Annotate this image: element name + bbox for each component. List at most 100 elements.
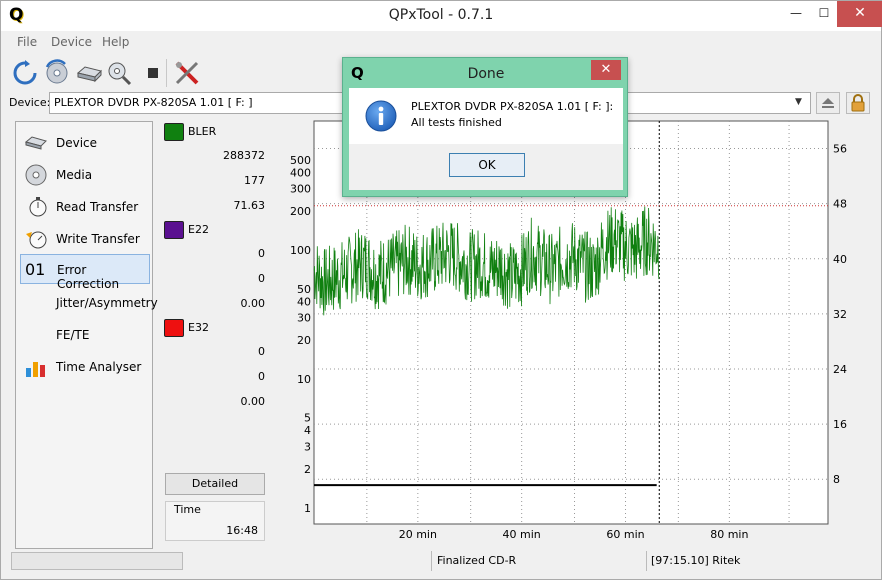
time-value: 16:48 bbox=[226, 524, 258, 537]
e32-avg: 0.00 bbox=[240, 395, 266, 408]
device-label: Device: bbox=[9, 96, 51, 109]
y-left-tick-label: 30 bbox=[297, 311, 311, 324]
bler-avg: 71.63 bbox=[233, 199, 266, 212]
bler-color-swatch[interactable] bbox=[164, 123, 184, 141]
bler-label: BLER bbox=[188, 125, 217, 138]
y-left-tick-label: 300 bbox=[290, 182, 311, 195]
nav-item-jitter-asymmetry[interactable]: Jitter/Asymmetry bbox=[20, 288, 158, 318]
nav-label: Device bbox=[56, 136, 98, 150]
y-left-tick-label: 2 bbox=[304, 463, 311, 476]
stopwatch-write-icon bbox=[24, 228, 48, 250]
media-status: [97:15.10] Ritek bbox=[651, 554, 741, 567]
e22-max: 0 bbox=[258, 272, 265, 285]
y-left-tick-label: 3 bbox=[304, 440, 311, 453]
status-bar: Finalized CD-R [97:15.10] Ritek bbox=[1, 549, 881, 580]
device-drive-icon bbox=[24, 132, 48, 154]
y-left-tick-label: 400 bbox=[290, 166, 311, 179]
nav-item-media[interactable]: Media bbox=[20, 160, 150, 190]
y-right-tick-label: 8 bbox=[833, 473, 840, 486]
y-left-tick-label: 4 bbox=[304, 424, 311, 437]
nav-label: Jitter/Asymmetry bbox=[56, 296, 158, 310]
close-button[interactable]: ✕ bbox=[837, 1, 882, 27]
x-tick-label: 80 min bbox=[710, 528, 748, 541]
disc-refresh-icon[interactable] bbox=[43, 59, 71, 87]
menu-help[interactable]: Help bbox=[102, 35, 129, 49]
x-tick-label: 40 min bbox=[503, 528, 541, 541]
nav-item-error-correction[interactable]: 01 Error Correction bbox=[20, 254, 150, 291]
info-icon bbox=[365, 100, 397, 132]
dialog-message: All tests finished bbox=[411, 116, 502, 129]
disc-status: Finalized CD-R bbox=[437, 554, 517, 567]
nav-label: Time Analyser bbox=[56, 360, 142, 374]
chevron-down-icon[interactable]: ▼ bbox=[795, 97, 802, 107]
menu-file[interactable]: File bbox=[17, 35, 37, 49]
stopwatch-read-icon bbox=[24, 196, 48, 218]
y-left-tick-label: 1 bbox=[304, 502, 311, 515]
status-separator bbox=[646, 551, 647, 571]
drive-icon[interactable] bbox=[75, 59, 103, 87]
menu-bar: File Device Help bbox=[1, 31, 881, 53]
e32-total: 0 bbox=[258, 345, 265, 358]
nav-item-write-transfer[interactable]: Write Transfer bbox=[20, 224, 150, 254]
dialog-close-button[interactable]: ✕ bbox=[591, 60, 621, 80]
e22-avg: 0.00 bbox=[240, 297, 266, 310]
bler-max: 177 bbox=[244, 174, 265, 187]
y-left-tick-label: 500 bbox=[290, 154, 311, 167]
error-correction-01-icon: 01 bbox=[25, 260, 46, 279]
y-left-tick-label: 20 bbox=[297, 334, 311, 347]
ok-button[interactable]: OK bbox=[449, 153, 525, 177]
x-tick-label: 60 min bbox=[606, 528, 644, 541]
y-right-tick-label: 32 bbox=[833, 308, 847, 321]
nav-item-device[interactable]: Device bbox=[20, 128, 150, 158]
y-left-tick-label: 10 bbox=[297, 373, 311, 386]
y-right-tick-label: 24 bbox=[833, 363, 847, 376]
time-label: Time bbox=[174, 503, 201, 516]
x-tick-label: 20 min bbox=[399, 528, 437, 541]
nav-label: Error Correction bbox=[57, 263, 120, 291]
refresh-icon[interactable] bbox=[11, 59, 39, 87]
y-right-tick-label: 40 bbox=[833, 253, 847, 266]
bar-chart-icon bbox=[24, 356, 48, 378]
e32-max: 0 bbox=[258, 370, 265, 383]
nav-label: FE/TE bbox=[56, 328, 90, 342]
nav-label: Write Transfer bbox=[56, 232, 140, 246]
e22-label: E22 bbox=[188, 223, 209, 236]
y-left-tick-label: 50 bbox=[297, 283, 311, 296]
time-box: Time 16:48 bbox=[165, 501, 265, 541]
eject-icon[interactable] bbox=[816, 92, 840, 114]
y-right-tick-label: 48 bbox=[833, 198, 847, 211]
disc-search-icon[interactable] bbox=[105, 59, 133, 87]
done-dialog: Q Done ✕ PLEXTOR DVDR PX-820SA 1.01 [ F:… bbox=[342, 57, 628, 197]
e32-label: E32 bbox=[188, 321, 209, 334]
y-left-tick-label: 200 bbox=[290, 205, 311, 218]
nav-item-fe-te[interactable]: FE/TE bbox=[20, 320, 150, 350]
detailed-button[interactable]: Detailed bbox=[165, 473, 265, 495]
stop-icon[interactable] bbox=[139, 59, 167, 87]
maximize-button[interactable]: ☐ bbox=[809, 1, 839, 27]
disc-media-icon bbox=[24, 164, 48, 186]
e32-color-swatch[interactable] bbox=[164, 319, 184, 337]
y-left-tick-label: 5 bbox=[304, 412, 311, 425]
bler-total: 288372 bbox=[223, 149, 265, 162]
y-right-tick-label: 56 bbox=[833, 143, 847, 156]
dialog-body: PLEXTOR DVDR PX-820SA 1.01 [ F: ]: All t… bbox=[349, 88, 623, 190]
menu-device[interactable]: Device bbox=[51, 35, 92, 49]
tools-icon[interactable] bbox=[173, 59, 201, 87]
nav-label: Read Transfer bbox=[56, 200, 139, 214]
e22-color-swatch[interactable] bbox=[164, 221, 184, 239]
title-bar: Q QPxTool - 0.7.1 — ☐ ✕ bbox=[1, 1, 882, 31]
dialog-message-device: PLEXTOR DVDR PX-820SA 1.01 [ F: ]: bbox=[411, 100, 614, 113]
window-title: QPxTool - 0.7.1 bbox=[388, 7, 494, 23]
e22-total: 0 bbox=[258, 247, 265, 260]
lock-icon[interactable] bbox=[846, 92, 870, 114]
nav-item-read-transfer[interactable]: Read Transfer bbox=[20, 192, 150, 222]
y-right-tick-label: 16 bbox=[833, 418, 847, 431]
progress-bar bbox=[11, 552, 183, 570]
dialog-title: Done bbox=[467, 66, 505, 82]
minimize-button[interactable]: — bbox=[781, 1, 811, 27]
nav-label: Media bbox=[56, 168, 93, 182]
y-left-tick-label: 40 bbox=[297, 295, 311, 308]
dialog-footer: OK bbox=[349, 144, 623, 190]
series-panel: BLER 288372 177 71.63 E22 0 0 0.00 E32 0… bbox=[161, 121, 269, 549]
nav-item-time-analyser[interactable]: Time Analyser bbox=[20, 352, 150, 382]
